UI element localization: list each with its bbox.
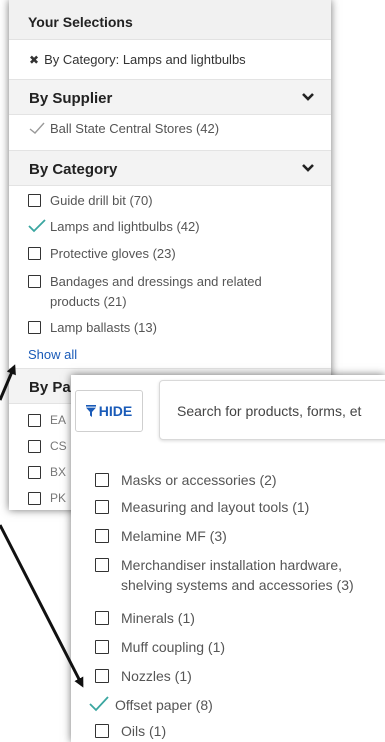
category-option[interactable]: Oils (1) <box>95 721 166 741</box>
category-option[interactable]: Melamine MF (3) <box>95 526 227 546</box>
part-option-label: PK <box>50 491 67 505</box>
selections-header: Your Selections <box>9 0 331 40</box>
category-option[interactable]: Minerals (1) <box>95 608 195 628</box>
category-section-header[interactable]: By Category <box>9 150 331 186</box>
category-option-label: Bandages and dressings and related produ… <box>50 274 262 309</box>
active-filter-chip[interactable]: ✖ By Category: Lamps and lightbulbs <box>29 52 246 67</box>
category-option-label: Lamps and lightbulbs (42) <box>50 219 200 234</box>
checkbox[interactable] <box>95 724 109 738</box>
category-option[interactable]: Nozzles (1) <box>95 666 192 686</box>
filter-icon <box>85 405 96 417</box>
show-all-link[interactable]: Show all <box>28 347 77 362</box>
part-option-label: EA <box>50 413 67 427</box>
category-option[interactable]: Guide drill bit (70) <box>28 193 153 208</box>
checkbox[interactable] <box>28 321 41 334</box>
category-option[interactable]: Masks or accessories (2) <box>95 470 277 490</box>
category-option-label: Guide drill bit (70) <box>50 193 153 208</box>
checkbox[interactable] <box>28 465 41 479</box>
checkbox[interactable] <box>95 529 109 543</box>
chevron-down-icon[interactable] <box>301 161 315 175</box>
category-option[interactable]: Measuring and layout tools (1) <box>95 497 309 517</box>
category-option-label: Oils (1) <box>121 723 167 739</box>
category-option-label: Melamine MF (3) <box>121 528 227 544</box>
checkbox[interactable] <box>95 500 109 514</box>
category-option-label: Minerals (1) <box>121 610 195 626</box>
category-option-selected[interactable]: Offset paper (8) <box>89 695 213 715</box>
checkbox[interactable] <box>28 413 41 427</box>
close-icon[interactable]: ✖ <box>29 53 39 67</box>
checkmark-icon[interactable] <box>89 696 109 712</box>
checkbox[interactable] <box>28 247 41 260</box>
checkbox[interactable] <box>28 439 41 453</box>
category-option-label: Muff coupling (1) <box>121 639 226 655</box>
checkbox[interactable] <box>28 491 41 505</box>
search-placeholder: Search for products, forms, et <box>177 403 362 419</box>
checkbox[interactable] <box>95 558 109 572</box>
category-option[interactable]: Bandages and dressings and related produ… <box>28 272 298 312</box>
chevron-down-icon[interactable] <box>301 90 315 104</box>
arrow-to-offset-paper <box>0 524 84 688</box>
category-option[interactable]: Merchandiser installation hardware, shel… <box>95 555 380 595</box>
part-option[interactable]: EA <box>28 413 66 427</box>
category-option-label: Offset paper (8) <box>115 697 213 713</box>
category-option-label: Merchandiser installation hardware, shel… <box>121 557 354 593</box>
supplier-option[interactable]: Ball State Central Stores (42) <box>28 121 219 136</box>
checkbox[interactable] <box>95 669 109 683</box>
category-option-label: Protective gloves (23) <box>50 246 176 261</box>
checkmark-icon[interactable] <box>28 219 46 233</box>
checkbox[interactable] <box>28 194 41 207</box>
category-section-title: By Category <box>29 161 118 178</box>
toolbar: HIDE Search for products, forms, et <box>71 375 385 452</box>
checkbox[interactable] <box>28 275 41 288</box>
supplier-section-title: By Supplier <box>29 90 113 107</box>
category-option-label: Nozzles (1) <box>121 668 192 684</box>
checkmark-icon <box>29 122 45 134</box>
checkbox[interactable] <box>95 640 109 654</box>
part-option[interactable]: PK <box>28 491 66 505</box>
category-option-label: Measuring and layout tools (1) <box>121 499 310 515</box>
part-option-label: BX <box>50 465 67 479</box>
checkbox[interactable] <box>95 473 109 487</box>
active-filter-label: By Category: Lamps and lightbulbs <box>44 52 246 67</box>
category-option-label: Lamp ballasts (13) <box>50 320 157 335</box>
part-option[interactable]: CS <box>28 439 67 453</box>
part-section-title: By Pa <box>29 379 71 396</box>
category-option[interactable]: Protective gloves (23) <box>28 246 176 261</box>
search-input[interactable]: Search for products, forms, et <box>159 380 385 440</box>
checkbox[interactable] <box>95 611 109 625</box>
expanded-category-panel: Masks or accessories (2) Measuring and l… <box>71 375 385 742</box>
supplier-section-header[interactable]: By Supplier <box>9 79 331 115</box>
hide-filters-button[interactable]: HIDE <box>75 390 143 432</box>
hide-button-label: HIDE <box>98 403 133 419</box>
category-option[interactable]: Lamp ballasts (13) <box>28 320 157 335</box>
part-option[interactable]: BX <box>28 465 66 479</box>
supplier-option-label: Ball State Central Stores (42) <box>50 121 220 136</box>
category-option-label: Masks or accessories (2) <box>121 472 277 488</box>
part-option-label: CS <box>50 439 67 453</box>
category-option-selected[interactable]: Lamps and lightbulbs (42) <box>28 219 200 234</box>
category-option[interactable]: Muff coupling (1) <box>95 637 225 657</box>
